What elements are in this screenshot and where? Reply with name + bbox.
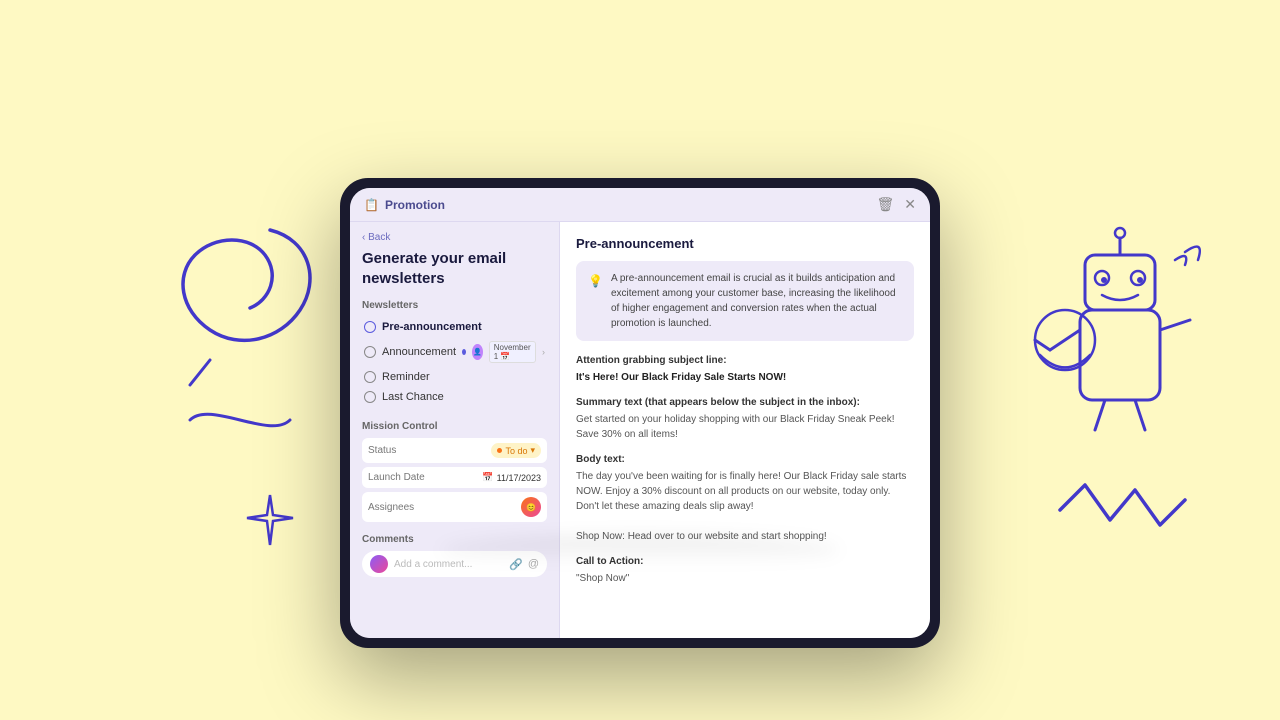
- newsletter-reminder[interactable]: Reminder: [362, 367, 547, 387]
- newsletters-label: Newsletters: [362, 300, 547, 311]
- summary-label: Summary text (that appears below the sub…: [576, 397, 914, 408]
- launch-date-field[interactable]: Launch Date 📅 11/17/2023: [362, 467, 547, 488]
- launch-label: Launch Date: [368, 472, 425, 483]
- assignees-field[interactable]: Assignees 😊: [362, 492, 547, 522]
- main-content: Pre-announcement 💡 A pre-announcement em…: [560, 222, 930, 638]
- status-label: Status: [368, 445, 396, 456]
- newsletter-name: Reminder: [382, 371, 430, 383]
- delete-icon[interactable]: 🗑: [876, 196, 894, 213]
- newsletter-pre-announcement[interactable]: Pre-announcement: [362, 317, 547, 337]
- newsletter-name: Pre-announcement: [382, 321, 482, 333]
- header-actions[interactable]: 🗑 ✕: [876, 196, 916, 213]
- back-button[interactable]: ‹ Back: [362, 232, 547, 243]
- tablet: 📋 Promotion 🗑 ✕ ‹ Back Generate your ema…: [340, 178, 940, 648]
- launch-date-value: 📅 11/17/2023: [482, 472, 541, 483]
- pre-announcement-title: Pre-announcement: [576, 236, 914, 251]
- sidebar-title: Generate your email newsletters: [362, 249, 547, 288]
- sidebar: ‹ Back Generate your email newsletters N…: [350, 222, 560, 638]
- body-value: The day you've been waiting for is final…: [576, 469, 914, 544]
- app-title-bar: 📋 Promotion: [364, 198, 445, 212]
- announcement-date: November 1 📅: [489, 341, 536, 363]
- assignee-avatar: 😊: [521, 497, 541, 517]
- mission-control: Mission Control Status To do ▾ Launch Da…: [362, 421, 547, 522]
- status-badge[interactable]: To do ▾: [491, 443, 541, 458]
- close-icon[interactable]: ✕: [904, 196, 916, 213]
- body-label: Body text:: [576, 454, 914, 465]
- chevron-right-icon: ›: [542, 347, 545, 357]
- dropdown-icon: ▾: [530, 445, 535, 456]
- info-box: 💡 A pre-announcement email is crucial as…: [576, 261, 914, 341]
- tablet-reflection: [440, 535, 840, 565]
- status-value: To do: [505, 446, 527, 456]
- cta-value: "Shop Now": [576, 571, 914, 586]
- info-text: A pre-announcement email is crucial as i…: [611, 271, 902, 331]
- newsletter-name: Announcement: [382, 346, 456, 358]
- attention-section: Attention grabbing subject line: It's He…: [576, 355, 914, 385]
- radio-last-chance[interactable]: [364, 391, 376, 403]
- comment-user-avatar: [370, 555, 388, 573]
- mission-label: Mission Control: [362, 421, 547, 432]
- announcement-badge: [462, 349, 466, 355]
- radio-reminder[interactable]: [364, 371, 376, 383]
- attention-value: It's Here! Our Black Friday Sale Starts …: [576, 370, 914, 385]
- assignees-label: Assignees: [368, 502, 414, 513]
- summary-value: Get started on your holiday shopping wit…: [576, 412, 914, 442]
- app-header: 📋 Promotion 🗑 ✕: [350, 188, 930, 222]
- newsletter-last-chance[interactable]: Last Chance: [362, 387, 547, 407]
- comment-placeholder[interactable]: Add a comment...: [394, 559, 503, 570]
- radio-pre-announcement[interactable]: [364, 321, 376, 333]
- radio-announcement[interactable]: [364, 346, 376, 358]
- summary-section: Summary text (that appears below the sub…: [576, 397, 914, 442]
- app-title: Promotion: [385, 198, 445, 212]
- app-icon: 📋: [364, 198, 379, 212]
- info-icon: 💡: [588, 272, 603, 331]
- newsletter-name: Last Chance: [382, 391, 444, 403]
- newsletter-announcement[interactable]: Announcement 👤 November 1 📅 ›: [362, 337, 547, 367]
- status-dot: [497, 448, 502, 453]
- announcement-avatar: 👤: [472, 344, 483, 360]
- status-field[interactable]: Status To do ▾: [362, 438, 547, 463]
- body-section: Body text: The day you've been waiting f…: [576, 454, 914, 544]
- attention-label: Attention grabbing subject line:: [576, 355, 914, 366]
